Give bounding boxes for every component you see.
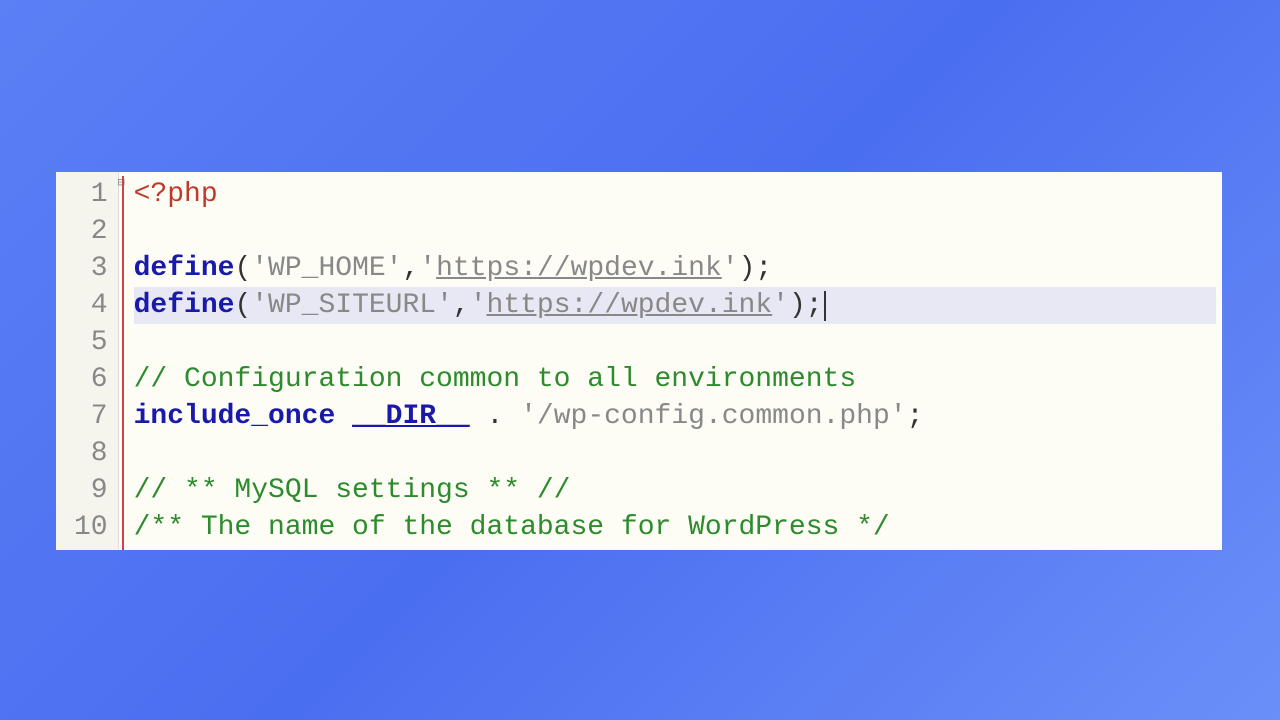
code-token: ); <box>739 250 773 287</box>
code-token: ' <box>470 287 487 324</box>
code-token: 'WP_SITEURL' <box>251 287 453 324</box>
code-token: https://wpdev.ink <box>487 287 773 324</box>
code-token: define <box>134 287 235 324</box>
code-token: ); <box>789 287 823 324</box>
code-line[interactable]: // Configuration common to all environme… <box>134 361 1216 398</box>
code-line[interactable] <box>134 213 1216 250</box>
code-line[interactable]: <?php <box>134 176 1216 213</box>
line-number-gutter: 12345678910 <box>56 172 118 550</box>
line-number: 6 <box>74 361 108 398</box>
code-token: __DIR__ <box>352 398 470 435</box>
line-number: 9 <box>74 472 108 509</box>
code-token: , <box>453 287 470 324</box>
code-token: <?php <box>134 176 218 213</box>
code-line[interactable] <box>134 324 1216 361</box>
code-token: ' <box>722 250 739 287</box>
code-token: ; <box>907 398 924 435</box>
line-number: 10 <box>74 509 108 546</box>
code-token: https://wpdev.ink <box>436 250 722 287</box>
fold-column[interactable]: ⊟ <box>118 172 128 550</box>
code-editor[interactable]: 12345678910 ⊟ <?phpdefine('WP_HOME','htt… <box>56 172 1222 550</box>
line-number: 8 <box>74 435 108 472</box>
line-number: 5 <box>74 324 108 361</box>
code-area[interactable]: <?phpdefine('WP_HOME','https://wpdev.ink… <box>128 172 1222 550</box>
code-token: ' <box>772 287 789 324</box>
code-token: '/wp-config.common.php' <box>520 398 906 435</box>
code-token: , <box>402 250 419 287</box>
line-number: 2 <box>74 213 108 250</box>
code-token: include_once <box>134 398 336 435</box>
code-line[interactable]: // ** MySQL settings ** // <box>134 472 1216 509</box>
code-token: /** The name of the database for WordPre… <box>134 509 890 546</box>
line-number: 3 <box>74 250 108 287</box>
code-token: // ** MySQL settings ** // <box>134 472 571 509</box>
line-number: 7 <box>74 398 108 435</box>
code-line[interactable]: /** The name of the database for WordPre… <box>134 509 1216 546</box>
code-line[interactable]: define('WP_SITEURL','https://wpdev.ink')… <box>134 287 1216 324</box>
code-line[interactable] <box>134 435 1216 472</box>
code-token: ( <box>234 287 251 324</box>
code-line[interactable]: include_once __DIR__ . '/wp-config.commo… <box>134 398 1216 435</box>
fold-guide-line <box>122 176 124 550</box>
code-token <box>335 398 352 435</box>
text-cursor <box>824 291 826 321</box>
code-token: define <box>134 250 235 287</box>
code-token: 'WP_HOME' <box>251 250 402 287</box>
code-token: ( <box>234 250 251 287</box>
line-number: 1 <box>74 176 108 213</box>
line-number: 4 <box>74 287 108 324</box>
code-token: // Configuration common to all environme… <box>134 361 857 398</box>
code-token: . <box>470 398 520 435</box>
code-token: ' <box>419 250 436 287</box>
code-line[interactable]: define('WP_HOME','https://wpdev.ink'); <box>134 250 1216 287</box>
